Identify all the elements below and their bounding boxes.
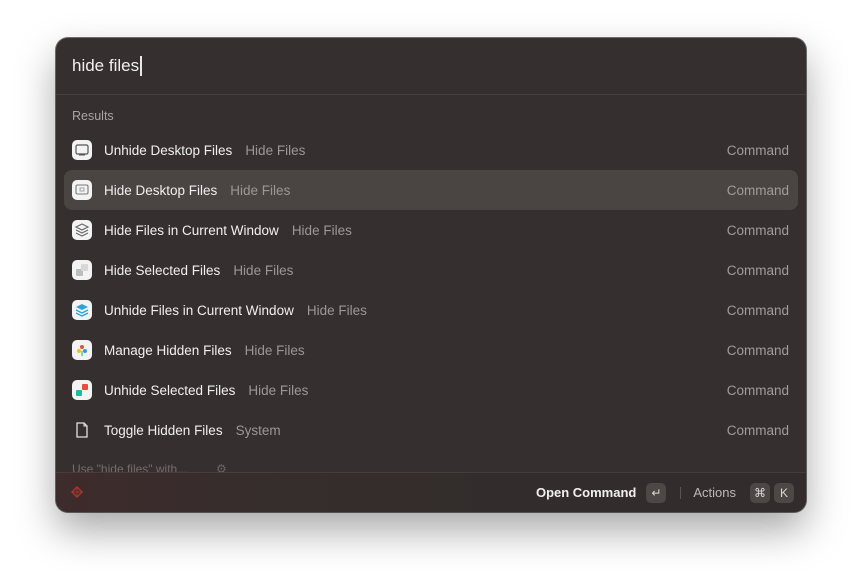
squares-icon	[72, 260, 92, 280]
result-kind: Command	[726, 182, 789, 198]
open-command-button[interactable]: Open Command	[536, 485, 636, 500]
result-kind: Command	[726, 262, 789, 278]
result-subtitle: Hide Files	[291, 222, 352, 238]
raycast-logo-icon[interactable]	[68, 483, 86, 501]
result-title: Unhide Selected Files	[104, 382, 236, 398]
result-row[interactable]: Unhide Files in Current Window Hide File…	[64, 290, 798, 330]
layers-icon	[72, 300, 92, 320]
result-row[interactable]: Hide Selected Files Hide Files Command	[64, 250, 798, 290]
result-row[interactable]: Toggle Hidden Files System Command	[64, 410, 798, 450]
result-row[interactable]: Hide Files in Current Window Hide Files …	[64, 210, 798, 250]
result-kind: Command	[726, 342, 789, 358]
results-list: Unhide Desktop Files Hide Files Command …	[64, 130, 798, 450]
result-kind: Command	[726, 142, 789, 158]
result-subtitle: Hide Files	[244, 342, 305, 358]
result-row[interactable]: Unhide Desktop Files Hide Files Command	[64, 130, 798, 170]
result-kind: Command	[726, 382, 789, 398]
result-subtitle: Hide Files	[230, 182, 291, 198]
result-row-selected[interactable]: Hide Desktop Files Hide Files Command	[64, 170, 798, 210]
divider	[680, 486, 682, 499]
results-section-title: Results	[72, 109, 114, 123]
result-subtitle: System	[235, 422, 281, 438]
pinwheel-icon	[72, 340, 92, 360]
launcher-window: hide files Results Unhide Desktop Files …	[56, 38, 806, 512]
document-icon	[72, 420, 92, 440]
desktop-hidden-icon	[72, 180, 92, 200]
search-input[interactable]: hide files	[72, 56, 139, 76]
result-title: Unhide Desktop Files	[104, 142, 233, 158]
action-bar: Open Command ↵ Actions ⌘ K	[56, 472, 806, 512]
actions-button[interactable]: Actions	[693, 485, 736, 500]
result-kind: Command	[726, 422, 789, 438]
result-title: Hide Desktop Files	[104, 182, 218, 198]
result-title: Toggle Hidden Files	[104, 422, 223, 438]
result-subtitle: Hide Files	[233, 262, 294, 278]
return-key-icon: ↵	[646, 482, 667, 503]
result-title: Unhide Files in Current Window	[104, 302, 294, 318]
stack-icon	[72, 220, 92, 240]
text-caret	[140, 56, 142, 76]
result-title: Hide Files in Current Window	[104, 222, 279, 238]
result-kind: Command	[726, 302, 789, 318]
search-bar[interactable]: hide files	[56, 38, 806, 95]
result-row[interactable]: Manage Hidden Files Hide Files Command	[64, 330, 798, 370]
result-title: Hide Selected Files	[104, 262, 221, 278]
desktop-icon	[72, 140, 92, 160]
result-subtitle: Hide Files	[245, 142, 306, 158]
result-title: Manage Hidden Files	[104, 342, 232, 358]
result-kind: Command	[726, 222, 789, 238]
result-subtitle: Hide Files	[248, 382, 309, 398]
command-key-icon: ⌘	[750, 482, 770, 503]
k-key: K	[774, 482, 794, 503]
result-row[interactable]: Unhide Selected Files Hide Files Command	[64, 370, 798, 410]
result-subtitle: Hide Files	[306, 302, 367, 318]
colored-squares-icon	[72, 380, 92, 400]
